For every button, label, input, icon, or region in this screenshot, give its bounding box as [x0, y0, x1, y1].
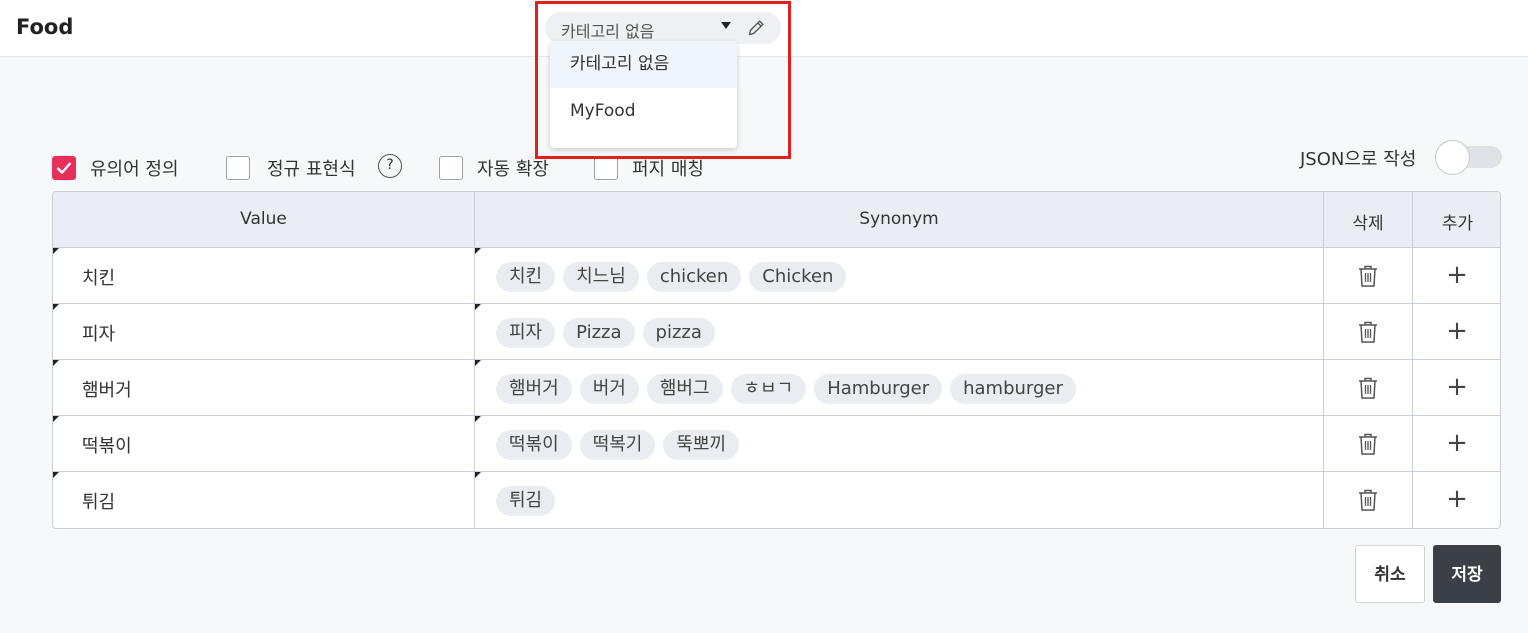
fuzzy-label: 퍼지 매칭	[632, 159, 704, 180]
caret-down-icon[interactable]	[721, 22, 731, 29]
toggle-knob[interactable]	[1435, 140, 1470, 175]
synonym-cell[interactable]: 치킨 치느님 chicken Chicken	[496, 262, 847, 292]
synonym-chip[interactable]: Pizza	[563, 318, 635, 348]
synonym-chip[interactable]: hamburger	[950, 374, 1076, 404]
option-synonym[interactable]: 유의어 정의	[52, 154, 202, 182]
cell-corner-marker	[475, 248, 481, 254]
check-icon	[56, 162, 72, 175]
save-button[interactable]: 저장	[1433, 545, 1501, 603]
trash-icon[interactable]	[1357, 264, 1379, 288]
value-cell[interactable]: 떡볶이	[82, 432, 132, 458]
header-value: Value	[240, 209, 287, 229]
trash-icon[interactable]	[1357, 432, 1379, 456]
add-row-button[interactable]: +	[1445, 428, 1469, 458]
auto-expand-label: 자동 확장	[477, 159, 549, 180]
trash-icon[interactable]	[1357, 320, 1379, 344]
synonym-cell[interactable]: 피자 Pizza pizza	[496, 318, 715, 348]
synonym-chip[interactable]: 뚝뽀끼	[663, 430, 740, 460]
cancel-button[interactable]: 취소	[1355, 545, 1425, 603]
dropdown-item-myfood[interactable]: MyFood	[550, 88, 737, 135]
synonym-chip[interactable]: 치킨	[496, 262, 556, 292]
table-row: 떡볶이 떡볶이 떡복기 뚝뽀끼 +	[53, 416, 1500, 472]
option-auto-expand[interactable]: 자동 확장	[439, 154, 569, 182]
synonym-chip[interactable]: ㅎㅂㄱ	[730, 374, 807, 404]
synonym-chip[interactable]: 햄버거	[496, 374, 572, 404]
synonym-cell[interactable]: 햄버거 버거 햄버그 ㅎㅂㄱ Hamburger hamburger	[496, 374, 1076, 404]
pencil-icon[interactable]	[745, 17, 767, 39]
cell-corner-marker	[53, 472, 59, 478]
auto-expand-checkbox[interactable]	[439, 156, 463, 180]
table-row: 햄버거 햄버거 버거 햄버그 ㅎㅂㄱ Hamburger hamburger +	[53, 360, 1500, 416]
column-divider	[1323, 192, 1324, 528]
trash-icon[interactable]	[1357, 376, 1379, 400]
regex-checkbox[interactable]	[226, 156, 250, 180]
dropdown-item-no-category[interactable]: 카테고리 없음	[550, 41, 737, 88]
json-toggle-label: JSON으로 작성	[1300, 149, 1417, 170]
synonym-chip[interactable]: chicken	[646, 262, 742, 292]
synonym-chip[interactable]: 치느님	[563, 262, 639, 292]
cell-corner-marker	[53, 248, 59, 254]
synonym-chip[interactable]: 떡복기	[579, 430, 656, 460]
synonym-chip[interactable]: Hamburger	[814, 374, 943, 404]
category-selected-value: 카테고리 없음	[561, 22, 655, 41]
json-toggle[interactable]	[1435, 140, 1502, 175]
cell-corner-marker	[53, 304, 59, 310]
header-synonym: Synonym	[859, 209, 939, 229]
add-row-button[interactable]: +	[1445, 372, 1469, 402]
cell-corner-marker	[475, 472, 481, 478]
synonym-cell[interactable]: 튀김	[496, 486, 556, 516]
cell-corner-marker	[475, 360, 481, 366]
value-cell[interactable]: 피자	[82, 320, 115, 346]
synonym-chip[interactable]: 튀김	[496, 486, 556, 516]
synonym-table: Value Synonym 삭제 추가 치킨 치킨 치느님 chicken Chicke…	[52, 191, 1501, 529]
synonym-chip[interactable]: 버거	[579, 374, 639, 404]
table-header: Value Synonym 삭제 추가	[53, 192, 1500, 248]
synonym-chip[interactable]: 떡볶이	[496, 430, 572, 460]
page-header: Food 카테고리 없음	[0, 0, 1528, 57]
synonym-chip[interactable]: 피자	[496, 318, 556, 348]
synonym-cell[interactable]: 떡볶이 떡복기 뚝뽀끼	[496, 430, 740, 460]
table-row: 피자 피자 Pizza pizza +	[53, 304, 1500, 360]
value-cell[interactable]: 튀김	[82, 488, 115, 514]
trash-icon[interactable]	[1357, 488, 1379, 512]
regex-label: 정규 표현식	[267, 159, 356, 180]
value-cell[interactable]: 치킨	[82, 264, 115, 290]
header-delete: 삭제	[1352, 214, 1384, 234]
value-cell[interactable]: 햄버거	[82, 376, 132, 402]
option-regex[interactable]: 정규 표현식 ?	[226, 154, 426, 182]
help-icon[interactable]: ?	[378, 154, 402, 178]
cell-corner-marker	[475, 416, 481, 422]
synonym-label: 유의어 정의	[90, 159, 179, 180]
cell-corner-marker	[53, 416, 59, 422]
synonym-chip[interactable]: Chicken	[749, 262, 847, 292]
synonym-chip[interactable]: pizza	[642, 318, 715, 348]
category-dropdown-menu: 카테고리 없음 MyFood	[550, 41, 737, 148]
column-divider	[1412, 192, 1413, 528]
synonym-chip[interactable]: 햄버그	[646, 374, 723, 404]
table-row: 치킨 치킨 치느님 chicken Chicken +	[53, 248, 1500, 304]
header-add: 추가	[1441, 214, 1474, 234]
category-select[interactable]: 카테고리 없음	[545, 12, 781, 44]
column-divider	[474, 192, 475, 528]
add-row-button[interactable]: +	[1445, 316, 1469, 346]
add-row-button[interactable]: +	[1445, 484, 1469, 514]
fuzzy-checkbox[interactable]	[594, 156, 618, 180]
page-title: Food	[16, 15, 74, 39]
cell-corner-marker	[475, 304, 481, 310]
table-row: 튀김 튀김 +	[53, 472, 1500, 528]
add-row-button[interactable]: +	[1445, 260, 1469, 290]
synonym-checkbox[interactable]	[52, 156, 76, 180]
option-fuzzy[interactable]: 퍼지 매칭	[594, 154, 724, 182]
cell-corner-marker	[53, 360, 59, 366]
